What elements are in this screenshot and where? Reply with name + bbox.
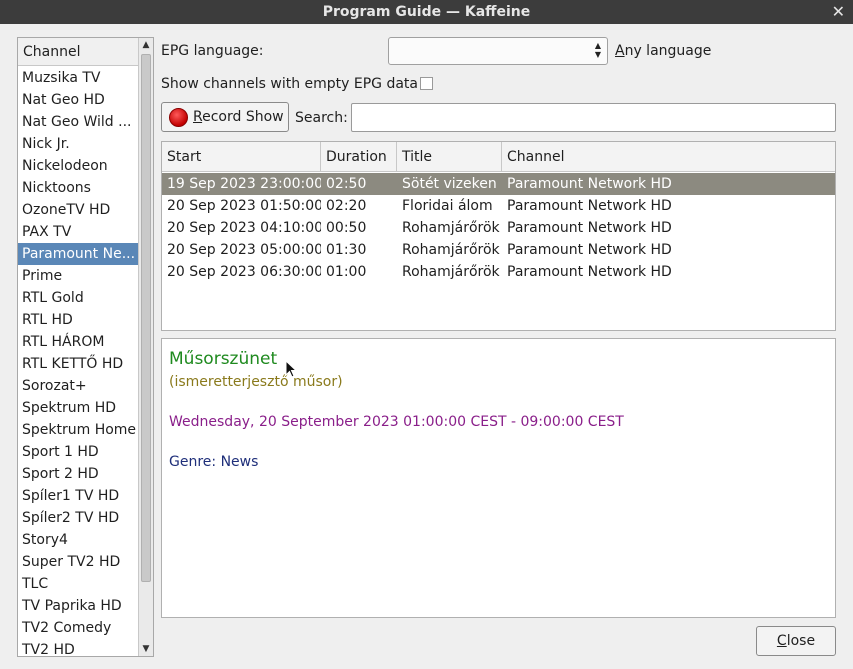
- table-rows: 19 Sep 2023 23:00:00 02:50 Sötét vizeken Pa…: [162, 173, 835, 283]
- record-show-label: Record Show: [193, 109, 284, 125]
- cell-duration: 01:00: [326, 264, 367, 280]
- cell-duration: 02:50: [326, 176, 367, 192]
- channel-item[interactable]: Prime: [18, 265, 139, 287]
- cell-title: Rohamjárőrök: [402, 220, 500, 236]
- channel-item[interactable]: RTL HÁROM: [18, 331, 139, 353]
- cell-channel: Paramount Network HD: [507, 264, 672, 280]
- column-header-channel[interactable]: Channel: [502, 142, 835, 172]
- window-titlebar: Program Guide — Kaffeine ✕: [0, 0, 853, 24]
- channel-item[interactable]: TV Paprika HD: [18, 595, 139, 617]
- table-row[interactable]: 20 Sep 2023 04:10:00 00:50 Rohamjárőrök Par…: [162, 217, 835, 239]
- cell-title: Floridai álom: [402, 198, 493, 214]
- scroll-thumb[interactable]: [141, 54, 151, 582]
- channel-item[interactable]: Sorozat+: [18, 375, 139, 397]
- column-header-start[interactable]: Start: [162, 142, 321, 172]
- cell-duration: 02:20: [326, 198, 367, 214]
- channel-item[interactable]: Paramount Ne...: [18, 243, 139, 265]
- channel-item[interactable]: Spektrum HD: [18, 397, 139, 419]
- table-row[interactable]: 19 Sep 2023 23:00:00 02:50 Sötét vizeken Pa…: [162, 173, 835, 195]
- cell-start: 20 Sep 2023 06:30:00: [167, 264, 321, 280]
- cell-channel: Paramount Network HD: [507, 220, 672, 236]
- channel-item[interactable]: Sport 2 HD: [18, 463, 139, 485]
- cell-channel: Paramount Network HD: [507, 176, 672, 192]
- channel-item[interactable]: TV2 Comedy: [18, 617, 139, 639]
- table-row[interactable]: 20 Sep 2023 01:50:00 02:20 Floridai álom Pa…: [162, 195, 835, 217]
- table-row[interactable]: 20 Sep 2023 05:00:00 01:30 Rohamjárőrök Par…: [162, 239, 835, 261]
- channel-item[interactable]: Nat Geo HD: [18, 89, 139, 111]
- channel-list: Muzsika TV Nat Geo HD Nat Geo Wild ... Nick…: [18, 67, 139, 656]
- table-row[interactable]: 20 Sep 2023 06:30:00 01:00 Rohamjárőrök Par…: [162, 261, 835, 283]
- channel-item[interactable]: Super TV2 HD: [18, 551, 139, 573]
- column-header-duration[interactable]: Duration: [321, 142, 397, 172]
- record-show-button[interactable]: Record Show: [161, 102, 289, 132]
- channel-item[interactable]: RTL KETTŐ HD: [18, 353, 139, 375]
- channel-item[interactable]: Spíler1 TV HD: [18, 485, 139, 507]
- mouse-cursor-icon: [285, 360, 297, 378]
- channel-item[interactable]: RTL HD: [18, 309, 139, 331]
- window-title: Program Guide — Kaffeine: [322, 4, 531, 20]
- cell-title: Sötét vizeken: [402, 176, 497, 192]
- table-header: Start Duration Title Channel: [162, 142, 835, 172]
- channel-item[interactable]: Nicktoons: [18, 177, 139, 199]
- channel-item[interactable]: Nickelodeon: [18, 155, 139, 177]
- channel-list-panel: Channel Muzsika TV Nat Geo HD Nat Geo Wild…: [17, 37, 154, 657]
- close-button[interactable]: Close: [756, 626, 836, 656]
- channel-item[interactable]: Nick Jr.: [18, 133, 139, 155]
- cell-start: 20 Sep 2023 01:50:00: [167, 198, 321, 214]
- channel-item[interactable]: Sport 1 HD: [18, 441, 139, 463]
- search-input[interactable]: [351, 103, 836, 132]
- window-close-icon[interactable]: ✕: [832, 0, 845, 24]
- channel-item[interactable]: TLC: [18, 573, 139, 595]
- cell-channel: Paramount Network HD: [507, 242, 672, 258]
- channel-column-header[interactable]: Channel: [18, 38, 139, 66]
- channel-item[interactable]: Story4: [18, 529, 139, 551]
- program-table: Start Duration Title Channel 19 Sep 2023…: [161, 141, 836, 331]
- cell-duration: 00:50: [326, 220, 367, 236]
- cell-duration: 01:30: [326, 242, 367, 258]
- channel-item[interactable]: Spíler2 TV HD: [18, 507, 139, 529]
- channel-item[interactable]: TV2 HD: [18, 639, 139, 656]
- channel-item[interactable]: Muzsika TV: [18, 67, 139, 89]
- cell-channel: Paramount Network HD: [507, 198, 672, 214]
- epg-language-label: EPG language:: [161, 43, 264, 59]
- cell-start: 20 Sep 2023 05:00:00: [167, 242, 321, 258]
- cell-title: Rohamjárőrök: [402, 242, 500, 258]
- scroll-down-arrow-icon[interactable]: ▼: [139, 642, 153, 656]
- scroll-up-arrow-icon[interactable]: ▲: [139, 38, 153, 52]
- cell-start: 19 Sep 2023 23:00:00: [167, 176, 321, 192]
- cell-title: Rohamjárőrök: [402, 264, 500, 280]
- channel-item[interactable]: RTL Gold: [18, 287, 139, 309]
- program-subtitle: (ismeretterjesztő műsor): [169, 374, 343, 390]
- program-genre: Genre: News: [169, 454, 259, 470]
- program-title: Műsorszünet: [169, 349, 278, 369]
- channel-item[interactable]: Nat Geo Wild ...: [18, 111, 139, 133]
- channel-scrollbar[interactable]: ▲ ▼: [138, 38, 153, 656]
- any-language-label[interactable]: Any language: [615, 43, 711, 59]
- channel-item[interactable]: Spektrum Home: [18, 419, 139, 441]
- record-icon: [169, 107, 188, 127]
- epg-language-combo[interactable]: ▲ ▼: [388, 37, 608, 65]
- channel-item[interactable]: PAX TV: [18, 221, 139, 243]
- program-details-panel: Műsorszünet (ismeretterjesztő műsor) Wed…: [161, 338, 836, 618]
- empty-epg-checkbox[interactable]: [420, 77, 433, 90]
- program-time: Wednesday, 20 September 2023 01:00:00 CE…: [169, 414, 624, 430]
- cell-start: 20 Sep 2023 04:10:00: [167, 220, 321, 236]
- channel-item[interactable]: OzoneTV HD: [18, 199, 139, 221]
- combo-updown-icon: ▲ ▼: [594, 41, 602, 59]
- empty-epg-label: Show channels with empty EPG data: [161, 76, 419, 92]
- search-label: Search:: [295, 110, 348, 126]
- column-header-title[interactable]: Title: [397, 142, 502, 172]
